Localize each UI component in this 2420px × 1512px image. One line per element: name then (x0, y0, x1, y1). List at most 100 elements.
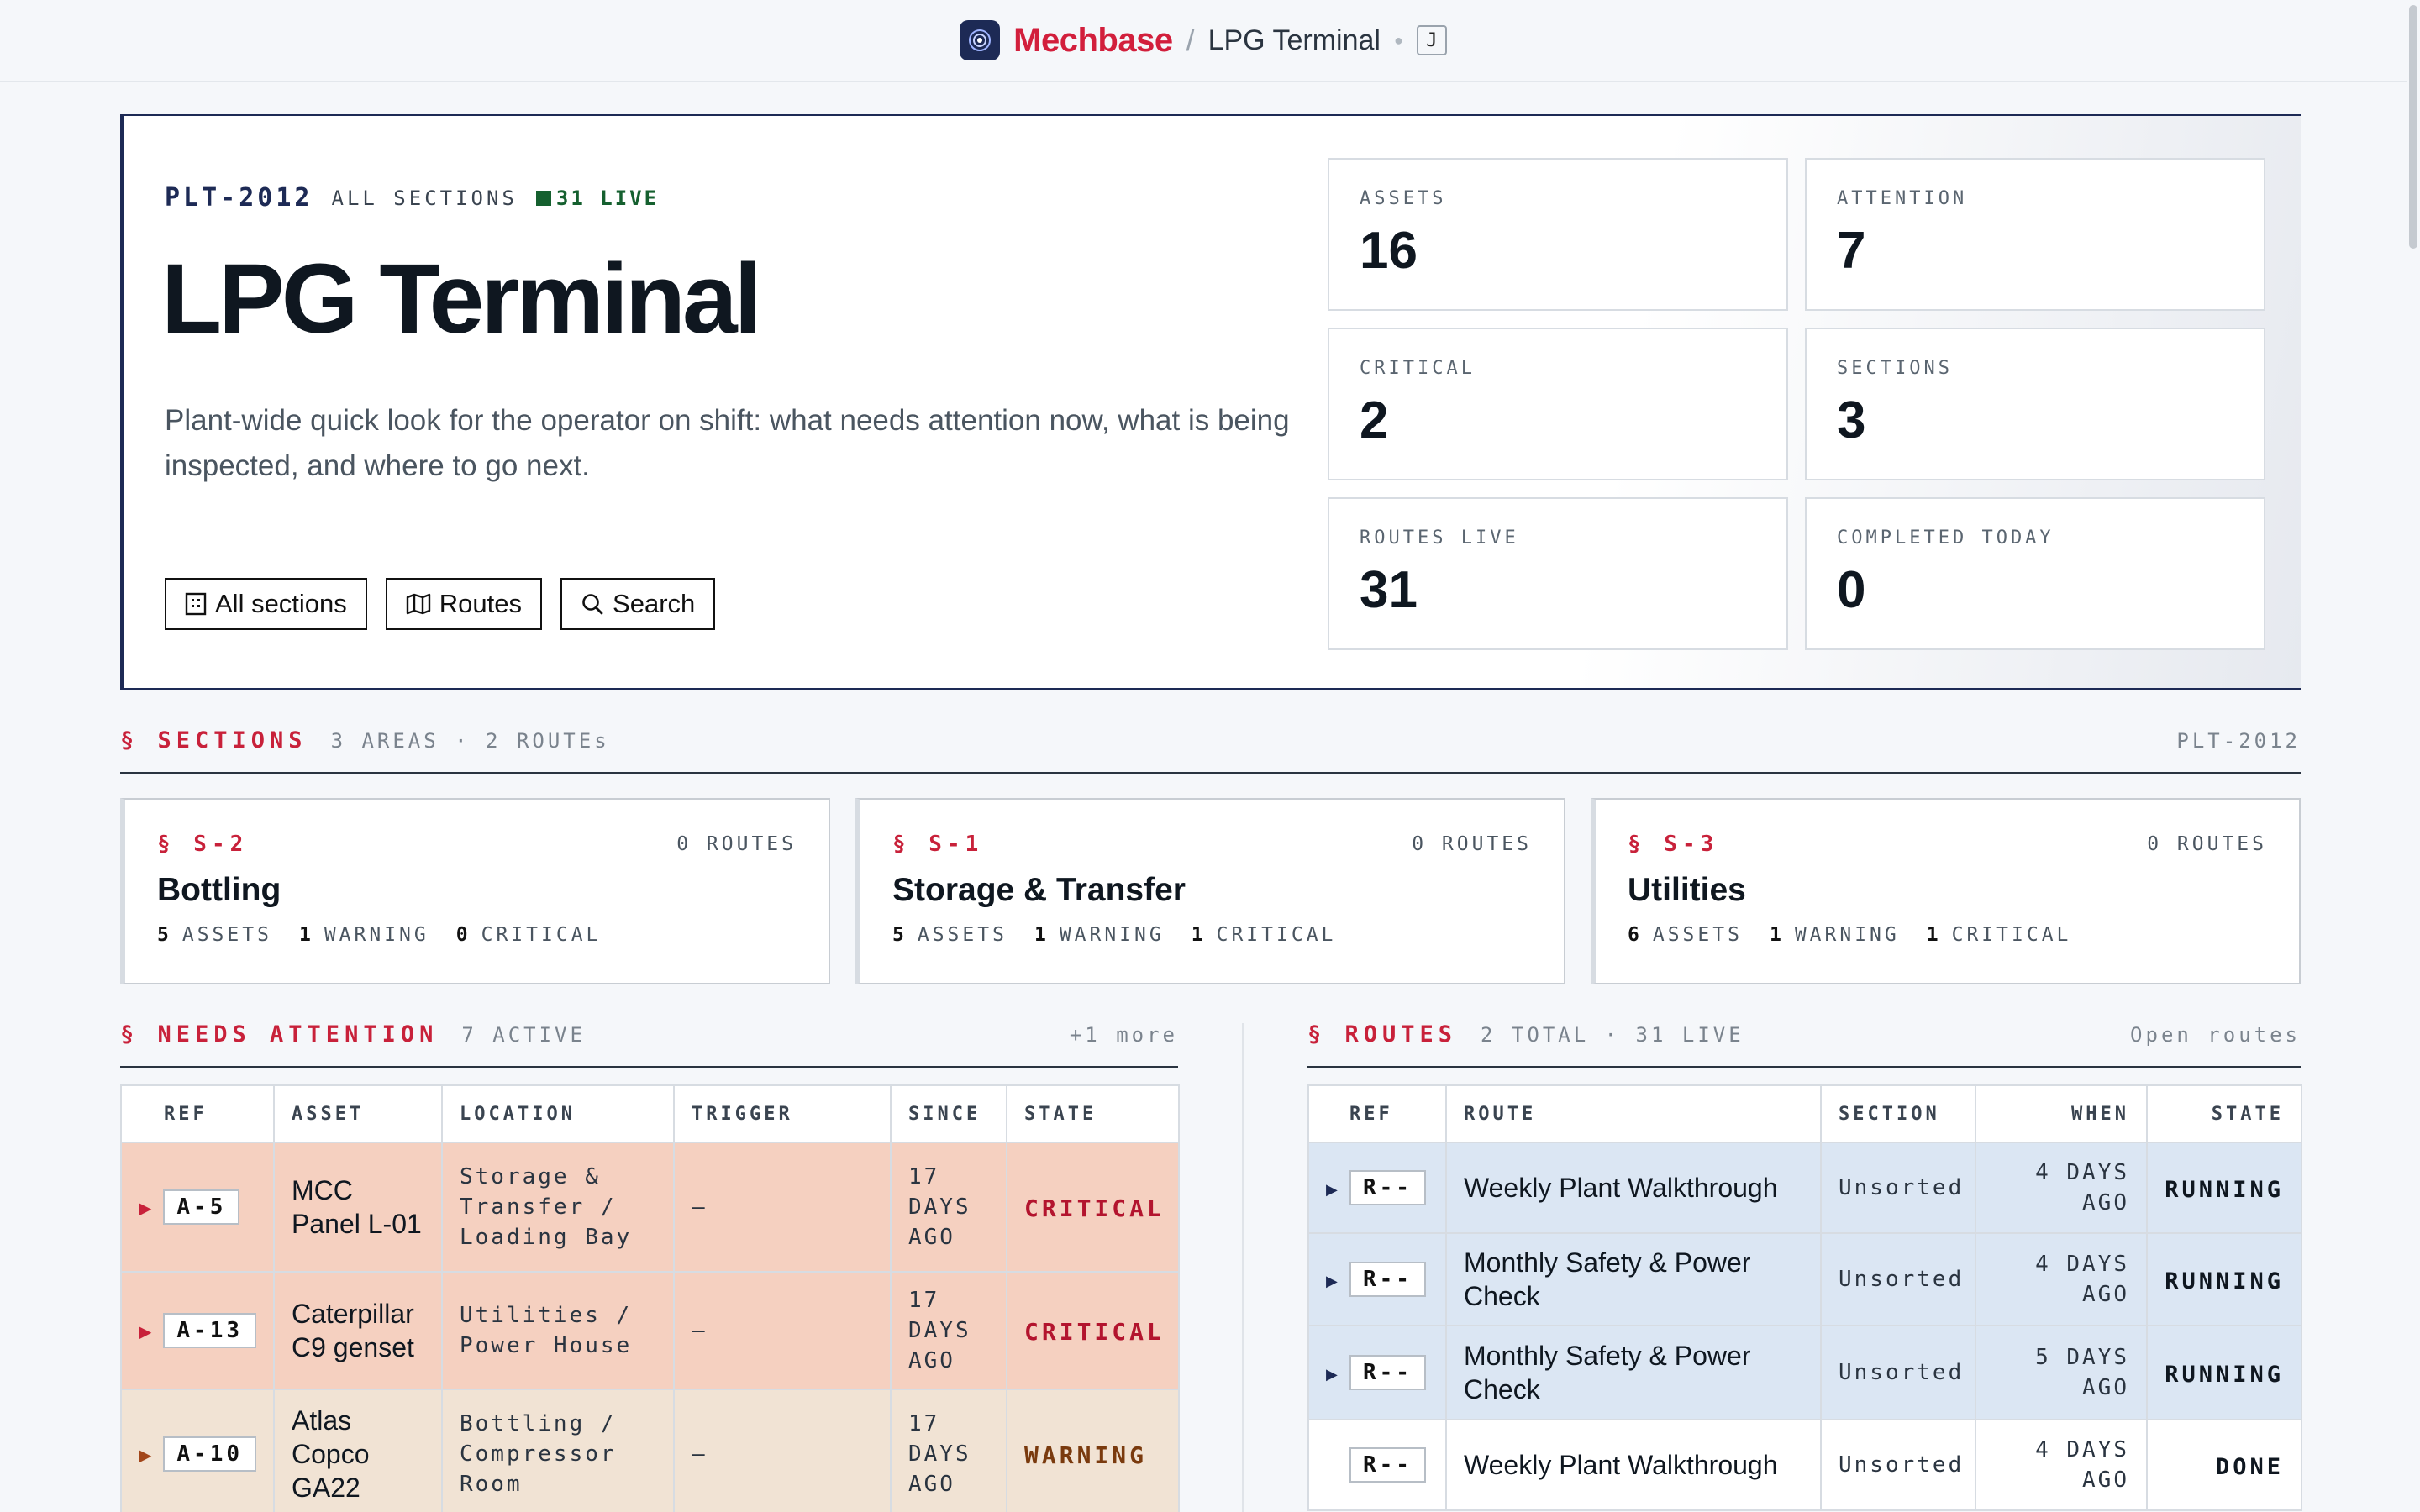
expand-triangle-icon[interactable]: ▶ (139, 1200, 151, 1218)
route-section: Unsorted (1820, 1142, 1976, 1234)
open-routes-link[interactable]: Open routes (2130, 1023, 2301, 1047)
stat-label: ROUTES LIVE (1360, 528, 1519, 549)
expand-triangle-icon[interactable]: ▶ (139, 1446, 151, 1465)
col-ref[interactable]: REF (120, 1084, 275, 1143)
section-counts: 5 ASSETS 1 WARNING 1 CRITICAL (892, 924, 1532, 946)
asset-trigger: – (673, 1142, 892, 1273)
scrollbar[interactable] (2407, 0, 2420, 1512)
col-since[interactable]: SINCE (890, 1084, 1007, 1143)
stat-value: 3 (1837, 391, 1866, 449)
expand-triangle-icon[interactable]: ▶ (1326, 1366, 1338, 1383)
table-row[interactable]: ▶ R-- Weekly Plant Walkthrough Unsorted 4… (1307, 1142, 2302, 1234)
asset-location: Storage & Transfer / Loading Bay (441, 1142, 675, 1273)
col-location[interactable]: LOCATION (441, 1084, 675, 1143)
critical-count: 1 CRITICAL (1926, 924, 2072, 946)
asset-name[interactable]: Caterpillar C9 genset (292, 1297, 424, 1364)
col-trigger[interactable]: TRIGGER (673, 1084, 892, 1143)
route-name[interactable]: Monthly Safety & Power Check (1445, 1325, 1822, 1420)
route-when: 4 DAYS AGO (1975, 1232, 2148, 1326)
all-sections-button[interactable]: All sections (165, 578, 367, 630)
ref-chip[interactable]: R-- (1349, 1262, 1426, 1297)
section-cards: § S-2 0 ROUTES Bottling 5 ASSETS 1 WARNING… (120, 798, 2301, 984)
live-indicator: 31 LIVE (535, 186, 660, 210)
stat-value: 2 (1360, 391, 1389, 449)
sections-title: § SECTIONS (120, 727, 308, 753)
ref-chip[interactable]: A-13 (163, 1313, 257, 1348)
asset-trigger: – (673, 1271, 892, 1390)
section-name: Storage & Transfer (892, 872, 1186, 908)
mechbase-logo-icon[interactable] (960, 20, 1001, 60)
stat-completed-today[interactable]: COMPLETED TODAY 0 (1805, 497, 2265, 650)
table-row[interactable]: ▶ A-10 Atlas Copco GA22 Bottling / Compre… (120, 1389, 1180, 1512)
table-row[interactable]: ▶ R-- Monthly Safety & Power Check Unsort… (1307, 1325, 2302, 1420)
ref-chip[interactable]: A-5 (163, 1189, 240, 1225)
breadcrumb-dot-icon: ● (1393, 31, 1403, 49)
state-badge: RUNNING (2165, 1361, 2284, 1388)
table-row[interactable]: ▶ A-5 MCC Panel L-01 Storage & Transfer /… (120, 1142, 1180, 1273)
assets-count: 5 ASSETS (157, 924, 272, 946)
section-routes: 0 ROUTES (2147, 833, 2267, 855)
section-card-storage-transfer[interactable]: § S-1 0 ROUTES Storage & Transfer 5 ASSET… (855, 798, 1565, 984)
scrollbar-thumb[interactable] (2409, 5, 2417, 249)
route-name[interactable]: Weekly Plant Walkthrough (1445, 1142, 1822, 1234)
route-section: Unsorted (1820, 1325, 1976, 1420)
attention-table-header: REF ASSET LOCATION TRIGGER SINCE STATE (120, 1084, 1180, 1143)
user-avatar[interactable]: J (1416, 25, 1447, 55)
route-name[interactable]: Weekly Plant Walkthrough (1445, 1419, 1822, 1511)
stat-attention[interactable]: ATTENTION 7 (1805, 158, 2265, 311)
live-count: 31 LIVE (555, 186, 660, 210)
route-name[interactable]: Monthly Safety & Power Check (1445, 1232, 1822, 1326)
col-route[interactable]: ROUTE (1445, 1084, 1822, 1143)
ref-chip[interactable]: R-- (1349, 1447, 1426, 1483)
ref-chip[interactable]: A-10 (163, 1436, 257, 1472)
routes-table: REF ROUTE SECTION WHEN STATE ▶ R-- Weekly… (1307, 1084, 2302, 1511)
stat-value: 0 (1837, 561, 1866, 619)
table-row[interactable]: ▶ R-- Monthly Safety & Power Check Unsort… (1307, 1232, 2302, 1326)
ref-chip[interactable]: R-- (1349, 1355, 1426, 1390)
section-card-bottling[interactable]: § S-2 0 ROUTES Bottling 5 ASSETS 1 WARNING… (120, 798, 830, 984)
expand-triangle-icon[interactable]: ▶ (139, 1323, 151, 1341)
stat-label: COMPLETED TODAY (1837, 528, 2054, 549)
state-badge: RUNNING (2165, 1268, 2284, 1294)
asset-name[interactable]: MCC Panel L-01 (292, 1173, 424, 1241)
ref-chip[interactable]: R-- (1349, 1170, 1426, 1205)
table-row[interactable]: R-- Weekly Plant Walkthrough Unsorted 4 … (1307, 1419, 2302, 1511)
routes-button[interactable]: Routes (385, 578, 543, 630)
assets-count: 5 ASSETS (892, 924, 1007, 946)
routes-label: Routes (439, 589, 523, 618)
scope-label: ALL SECTIONS (331, 186, 518, 210)
asset-trigger: – (673, 1389, 892, 1512)
search-button[interactable]: Search (560, 578, 716, 630)
col-ref[interactable]: REF (1307, 1084, 1447, 1143)
expand-triangle-icon[interactable]: ▶ (1326, 1273, 1338, 1290)
section-routes: 0 ROUTES (676, 833, 797, 855)
asset-name[interactable]: Atlas Copco GA22 (292, 1404, 424, 1504)
col-state[interactable]: STATE (1006, 1084, 1180, 1143)
warning-count: 1 WARNING (1034, 924, 1165, 946)
attention-table: REF ASSET LOCATION TRIGGER SINCE STATE ▶… (120, 1084, 1180, 1512)
stat-value: 31 (1360, 561, 1418, 619)
attention-title: § NEEDS ATTENTION (120, 1021, 439, 1047)
breadcrumb-plant[interactable]: LPG Terminal (1208, 24, 1381, 57)
stat-label: SECTIONS (1837, 358, 1953, 379)
stat-sections[interactable]: SECTIONS 3 (1805, 328, 2265, 480)
section-counts: 6 ASSETS 1 WARNING 1 CRITICAL (1628, 924, 2267, 946)
attention-more-link[interactable]: +1 more (1070, 1023, 1178, 1047)
sections-plant-code: PLT-2012 (2176, 729, 2301, 753)
brand-name[interactable]: Mechbase (1013, 22, 1173, 60)
table-row[interactable]: ▶ A-13 Caterpillar C9 genset Utilities / … (120, 1271, 1180, 1390)
stat-assets[interactable]: ASSETS 16 (1328, 158, 1788, 311)
section-card-utilities[interactable]: § S-3 0 ROUTES Utilities 6 ASSETS 1 WARNIN… (1591, 798, 2301, 984)
warning-count: 1 WARNING (298, 924, 429, 946)
breadcrumb-separator: / (1186, 23, 1195, 57)
col-section[interactable]: SECTION (1820, 1084, 1976, 1143)
stat-critical[interactable]: CRITICAL 2 (1328, 328, 1788, 480)
stat-value: 16 (1360, 222, 1418, 280)
state-badge: DONE (2215, 1453, 2284, 1480)
col-state[interactable]: STATE (2146, 1084, 2302, 1143)
expand-triangle-icon[interactable]: ▶ (1326, 1181, 1338, 1199)
state-badge: WARNING (1024, 1441, 1148, 1469)
stat-routes-live[interactable]: ROUTES LIVE 31 (1328, 497, 1788, 650)
col-when[interactable]: WHEN (1975, 1084, 2148, 1143)
col-asset[interactable]: ASSET (273, 1084, 443, 1143)
